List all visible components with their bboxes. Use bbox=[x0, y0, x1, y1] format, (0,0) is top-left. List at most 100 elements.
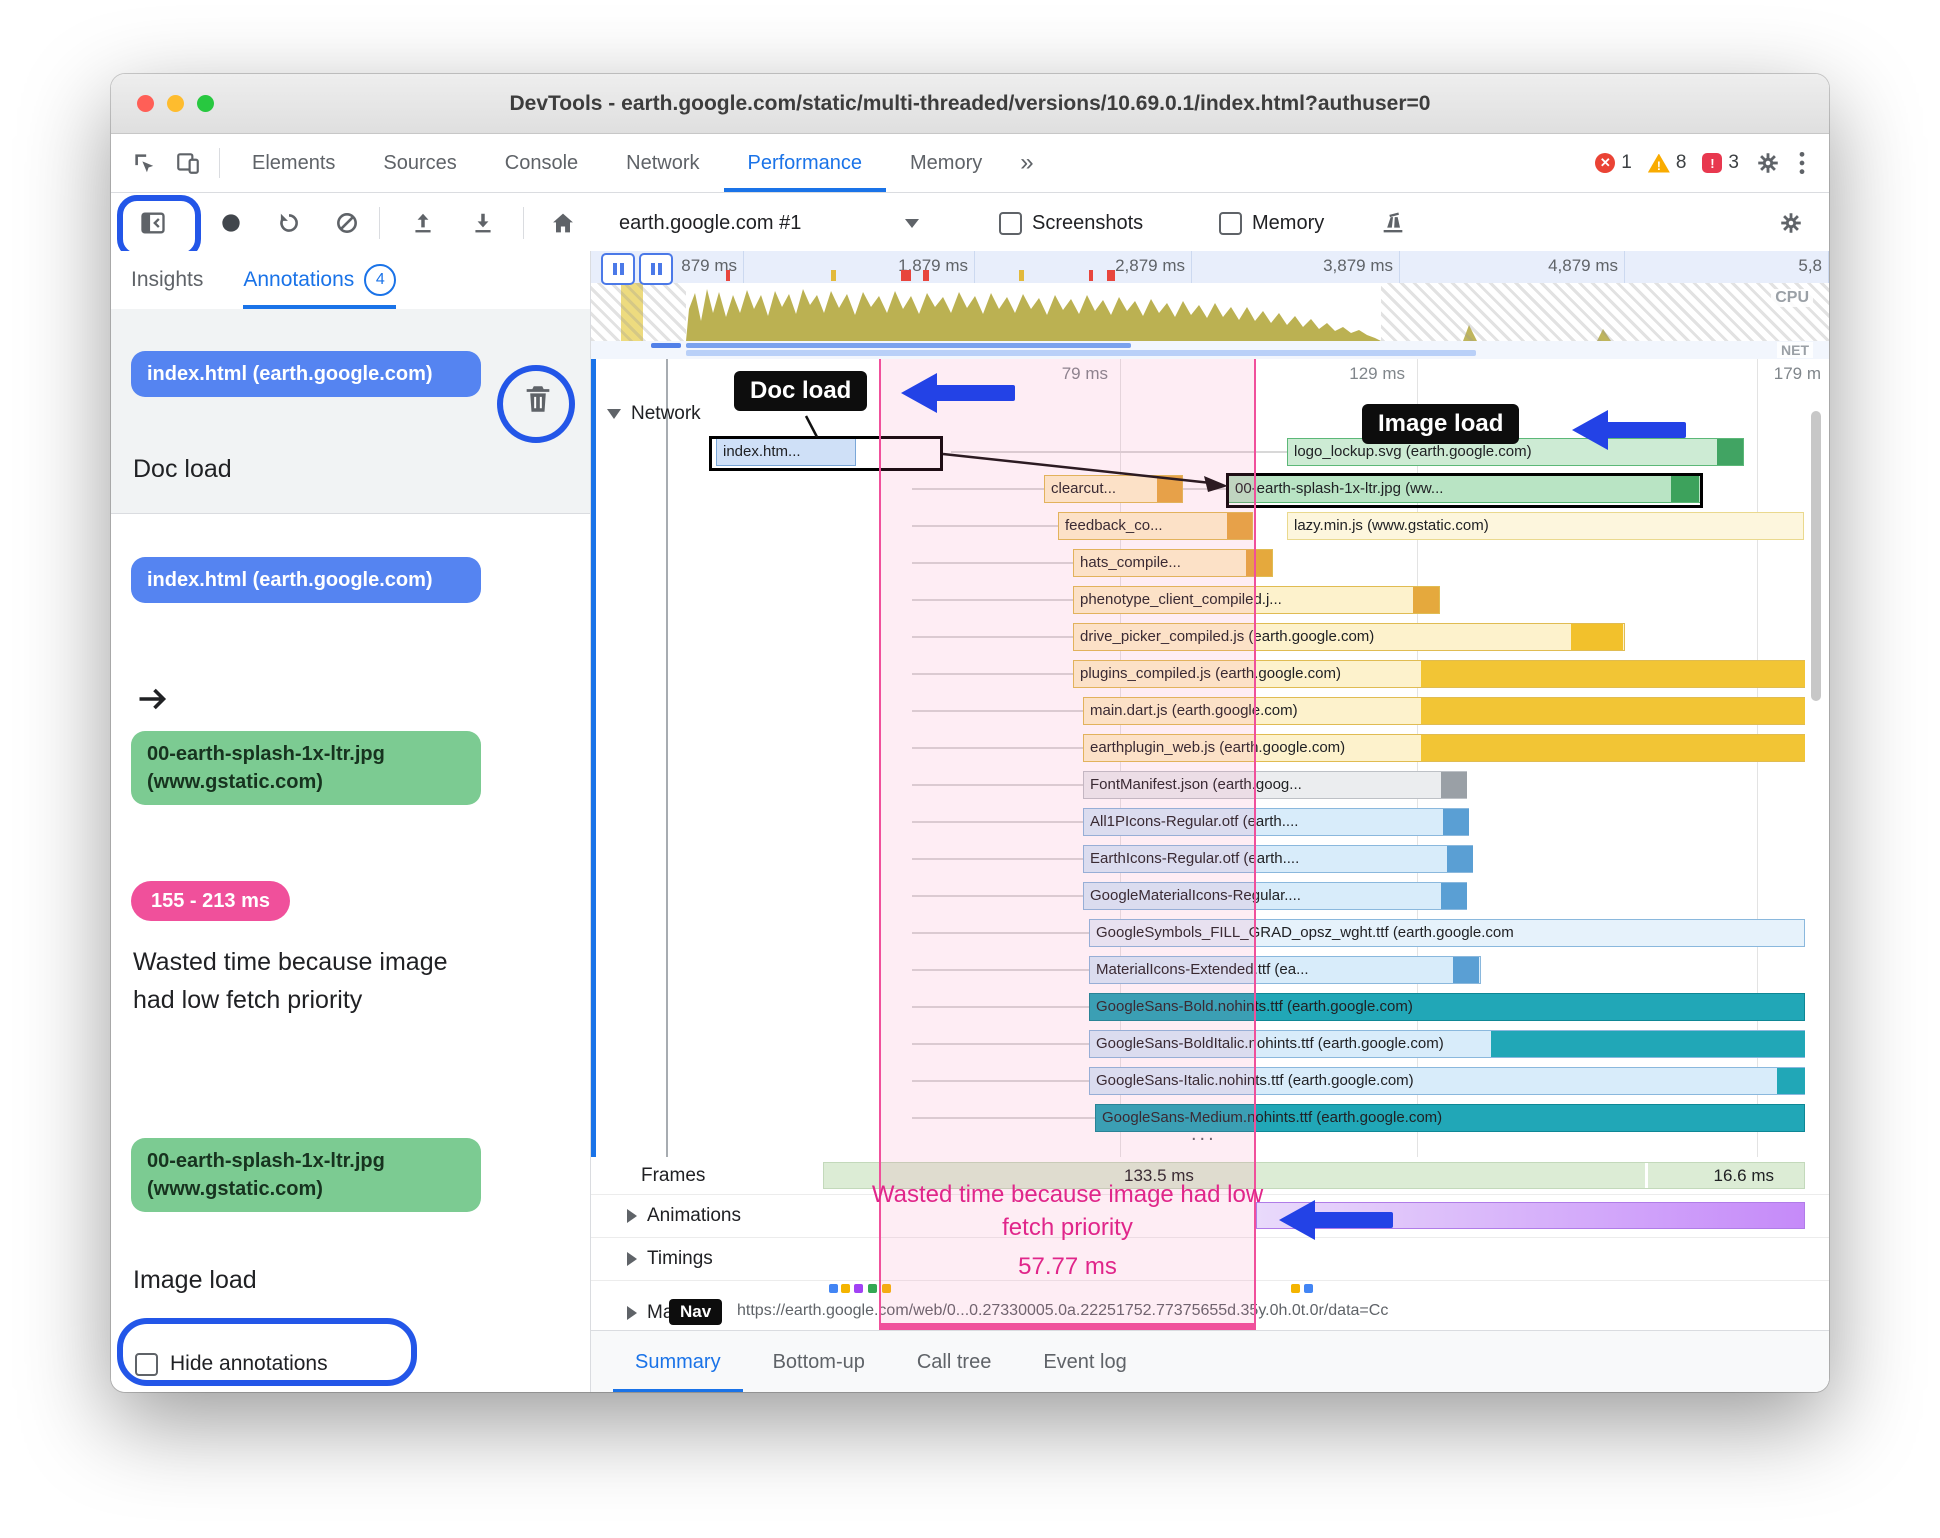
download-profile-icon[interactable] bbox=[463, 203, 503, 243]
overview-ruler: 879 ms 1,879 ms 2,879 ms 3,879 ms 4,879 ms 5,… bbox=[591, 251, 1829, 339]
collapse-triangle-icon[interactable] bbox=[607, 409, 621, 419]
more-tabs-icon[interactable]: » bbox=[1006, 134, 1047, 192]
pause-marker-1[interactable] bbox=[601, 253, 635, 285]
animations-track[interactable]: Animations bbox=[591, 1194, 1829, 1240]
annotation-entry-time-range[interactable]: 155 - 213 ms Wasted time because image h… bbox=[111, 881, 590, 1138]
tab-sources[interactable]: Sources bbox=[359, 134, 480, 192]
expand-triangle-icon[interactable] bbox=[627, 1209, 637, 1223]
kebab-menu-icon[interactable] bbox=[1797, 150, 1807, 176]
tab-bottom-up[interactable]: Bottom-up bbox=[751, 1331, 887, 1392]
network-track-label: Network bbox=[631, 403, 701, 424]
home-icon[interactable] bbox=[543, 203, 583, 243]
inspect-element-icon[interactable] bbox=[131, 150, 157, 176]
timings-track[interactable]: Timings bbox=[591, 1237, 1829, 1281]
screenshots-checkbox-box[interactable] bbox=[999, 211, 1022, 235]
main-thread-track[interactable]: Ma Nav https://earth.google.com/web/0...… bbox=[591, 1296, 1829, 1330]
overview-hatch-right bbox=[1381, 283, 1829, 341]
request-queue-line bbox=[912, 599, 1073, 601]
doc-load-annotation-badge[interactable]: Doc load bbox=[734, 371, 868, 411]
request-download-segment bbox=[1777, 1068, 1805, 1094]
annotation-chip-splash-image[interactable]: 00-earth-splash-1x-ltr.jpg (www.gstatic.… bbox=[131, 1138, 481, 1212]
expand-triangle-icon[interactable] bbox=[627, 1252, 637, 1266]
timeline-overview[interactable]: 879 ms 1,879 ms 2,879 ms 3,879 ms 4,879 ms 5,… bbox=[591, 251, 1829, 360]
pause-marker-2[interactable] bbox=[639, 253, 673, 285]
tab-annotations[interactable]: Annotations 4 bbox=[243, 251, 397, 309]
network-request-label: hats_compile... bbox=[1080, 554, 1181, 571]
tab-event-log[interactable]: Event log bbox=[1021, 1331, 1148, 1392]
warning-count-badge[interactable]: ! 8 bbox=[1647, 152, 1686, 174]
device-toolbar-icon[interactable] bbox=[175, 150, 201, 176]
tab-performance[interactable]: Performance bbox=[724, 134, 887, 192]
annotation-chip-time-range[interactable]: 155 - 213 ms bbox=[131, 881, 290, 921]
annotation-chip-index-html[interactable]: index.html (earth.google.com) bbox=[131, 557, 481, 603]
reload-and-record-button[interactable] bbox=[269, 203, 309, 243]
frames-track[interactable]: Frames 133.5 ms 16.6 ms bbox=[591, 1157, 1829, 1195]
frame-duration-bar[interactable]: 133.5 ms 16.6 ms bbox=[823, 1162, 1805, 1189]
target-selector[interactable]: earth.google.com #1 bbox=[619, 193, 920, 253]
toggle-sidebar-icon[interactable] bbox=[133, 203, 173, 243]
record-button[interactable] bbox=[211, 203, 251, 243]
network-track-header[interactable]: Network bbox=[607, 403, 701, 425]
tab-console[interactable]: Console bbox=[481, 134, 602, 192]
hide-annotations-checkbox[interactable]: Hide annotations bbox=[135, 1352, 328, 1376]
annotation-entry-image-load[interactable]: 00-earth-splash-1x-ltr.jpg (www.gstatic.… bbox=[111, 1138, 590, 1338]
animations-track-label: Animations bbox=[647, 1205, 741, 1226]
details-tabbar: Summary Bottom-up Call tree Event log bbox=[591, 1330, 1829, 1392]
network-request-label: EarthIcons-Regular.otf (earth.... bbox=[1090, 850, 1300, 867]
tab-memory[interactable]: Memory bbox=[886, 134, 1006, 192]
overview-tick-label: 5,8 bbox=[1798, 256, 1822, 275]
nav-marker-badge[interactable]: Nav bbox=[669, 1299, 723, 1325]
more-requests-ellipsis[interactable]: ... bbox=[1191, 1123, 1217, 1146]
request-queue-line bbox=[951, 451, 1287, 453]
overview-tick-label: 1,879 ms bbox=[898, 256, 968, 275]
network-request-label: earthplugin_web.js (earth.google.com) bbox=[1090, 739, 1346, 756]
expand-triangle-icon[interactable] bbox=[627, 1306, 637, 1320]
annotations-tab-label: Annotations bbox=[243, 268, 355, 291]
tab-insights[interactable]: Insights bbox=[131, 251, 203, 309]
clear-recording-icon[interactable] bbox=[327, 203, 367, 243]
request-queue-line bbox=[912, 932, 1089, 934]
warning-icon: ! bbox=[1647, 153, 1670, 173]
hide-annotations-checkbox-box[interactable] bbox=[135, 1352, 158, 1376]
request-queue-line bbox=[912, 1080, 1089, 1082]
upload-profile-icon[interactable] bbox=[403, 203, 443, 243]
memory-checkbox[interactable]: Memory bbox=[1219, 193, 1324, 253]
annotation-chip-index-html[interactable]: index.html (earth.google.com) bbox=[131, 351, 481, 397]
image-load-arrow bbox=[1572, 410, 1688, 450]
request-download-segment bbox=[1441, 772, 1467, 798]
issues-icon: ! bbox=[1702, 153, 1723, 173]
tab-summary[interactable]: Summary bbox=[613, 1331, 743, 1392]
request-queue-line bbox=[912, 858, 1083, 860]
settings-gear-icon[interactable] bbox=[1755, 150, 1781, 176]
issues-count-badge[interactable]: ! 3 bbox=[1702, 152, 1739, 174]
request-queue-line bbox=[912, 636, 1073, 638]
memory-checkbox-box[interactable] bbox=[1219, 211, 1242, 235]
waterfall-scrollbar[interactable] bbox=[1811, 411, 1821, 701]
error-icon: ✕ bbox=[1595, 153, 1616, 173]
delete-annotation-button[interactable] bbox=[515, 381, 561, 417]
annotations-sidebar: Insights Annotations 4 index.html (earth… bbox=[111, 251, 591, 1392]
frames-track-label: Frames bbox=[641, 1165, 706, 1186]
network-request-label: phenotype_client_compiled.j... bbox=[1080, 591, 1282, 608]
frame-duration-value: 16.6 ms bbox=[1713, 1166, 1774, 1185]
tab-elements[interactable]: Elements bbox=[228, 134, 359, 192]
request-queue-line bbox=[912, 673, 1073, 675]
capture-settings-gear-icon[interactable] bbox=[1771, 203, 1811, 243]
annotation-chip-splash-image[interactable]: 00-earth-splash-1x-ltr.jpg (www.gstatic.… bbox=[131, 731, 481, 805]
overview-tick-label: 3,879 ms bbox=[1323, 256, 1393, 275]
tab-network[interactable]: Network bbox=[602, 134, 723, 192]
devtools-tabbar: Elements Sources Console Network Perform… bbox=[111, 134, 1829, 193]
tab-call-tree[interactable]: Call tree bbox=[895, 1331, 1013, 1392]
error-count-badge[interactable]: ✕ 1 bbox=[1595, 152, 1632, 174]
annotation-entry-link[interactable]: index.html (earth.google.com) 00-earth-s… bbox=[111, 513, 590, 881]
window-title: DevTools - earth.google.com/static/multi… bbox=[509, 92, 1431, 115]
network-request-label: GoogleSans-Bold.nohints.ttf (earth.googl… bbox=[1096, 998, 1413, 1015]
annotation-entry-doc-load[interactable]: index.html (earth.google.com) Doc load bbox=[111, 309, 590, 514]
screenshots-checkbox[interactable]: Screenshots bbox=[999, 193, 1143, 253]
overview-tick-label: 4,879 ms bbox=[1548, 256, 1618, 275]
network-request-label: plugins_compiled.js (earth.google.com) bbox=[1080, 665, 1341, 682]
request-download-segment bbox=[1421, 735, 1805, 761]
collect-garbage-icon[interactable] bbox=[1373, 203, 1413, 243]
image-load-annotation-badge[interactable]: Image load bbox=[1362, 404, 1520, 444]
network-waterfall[interactable]: Network 79 ms 129 ms 179 m index.htm... logo… bbox=[591, 359, 1829, 1157]
